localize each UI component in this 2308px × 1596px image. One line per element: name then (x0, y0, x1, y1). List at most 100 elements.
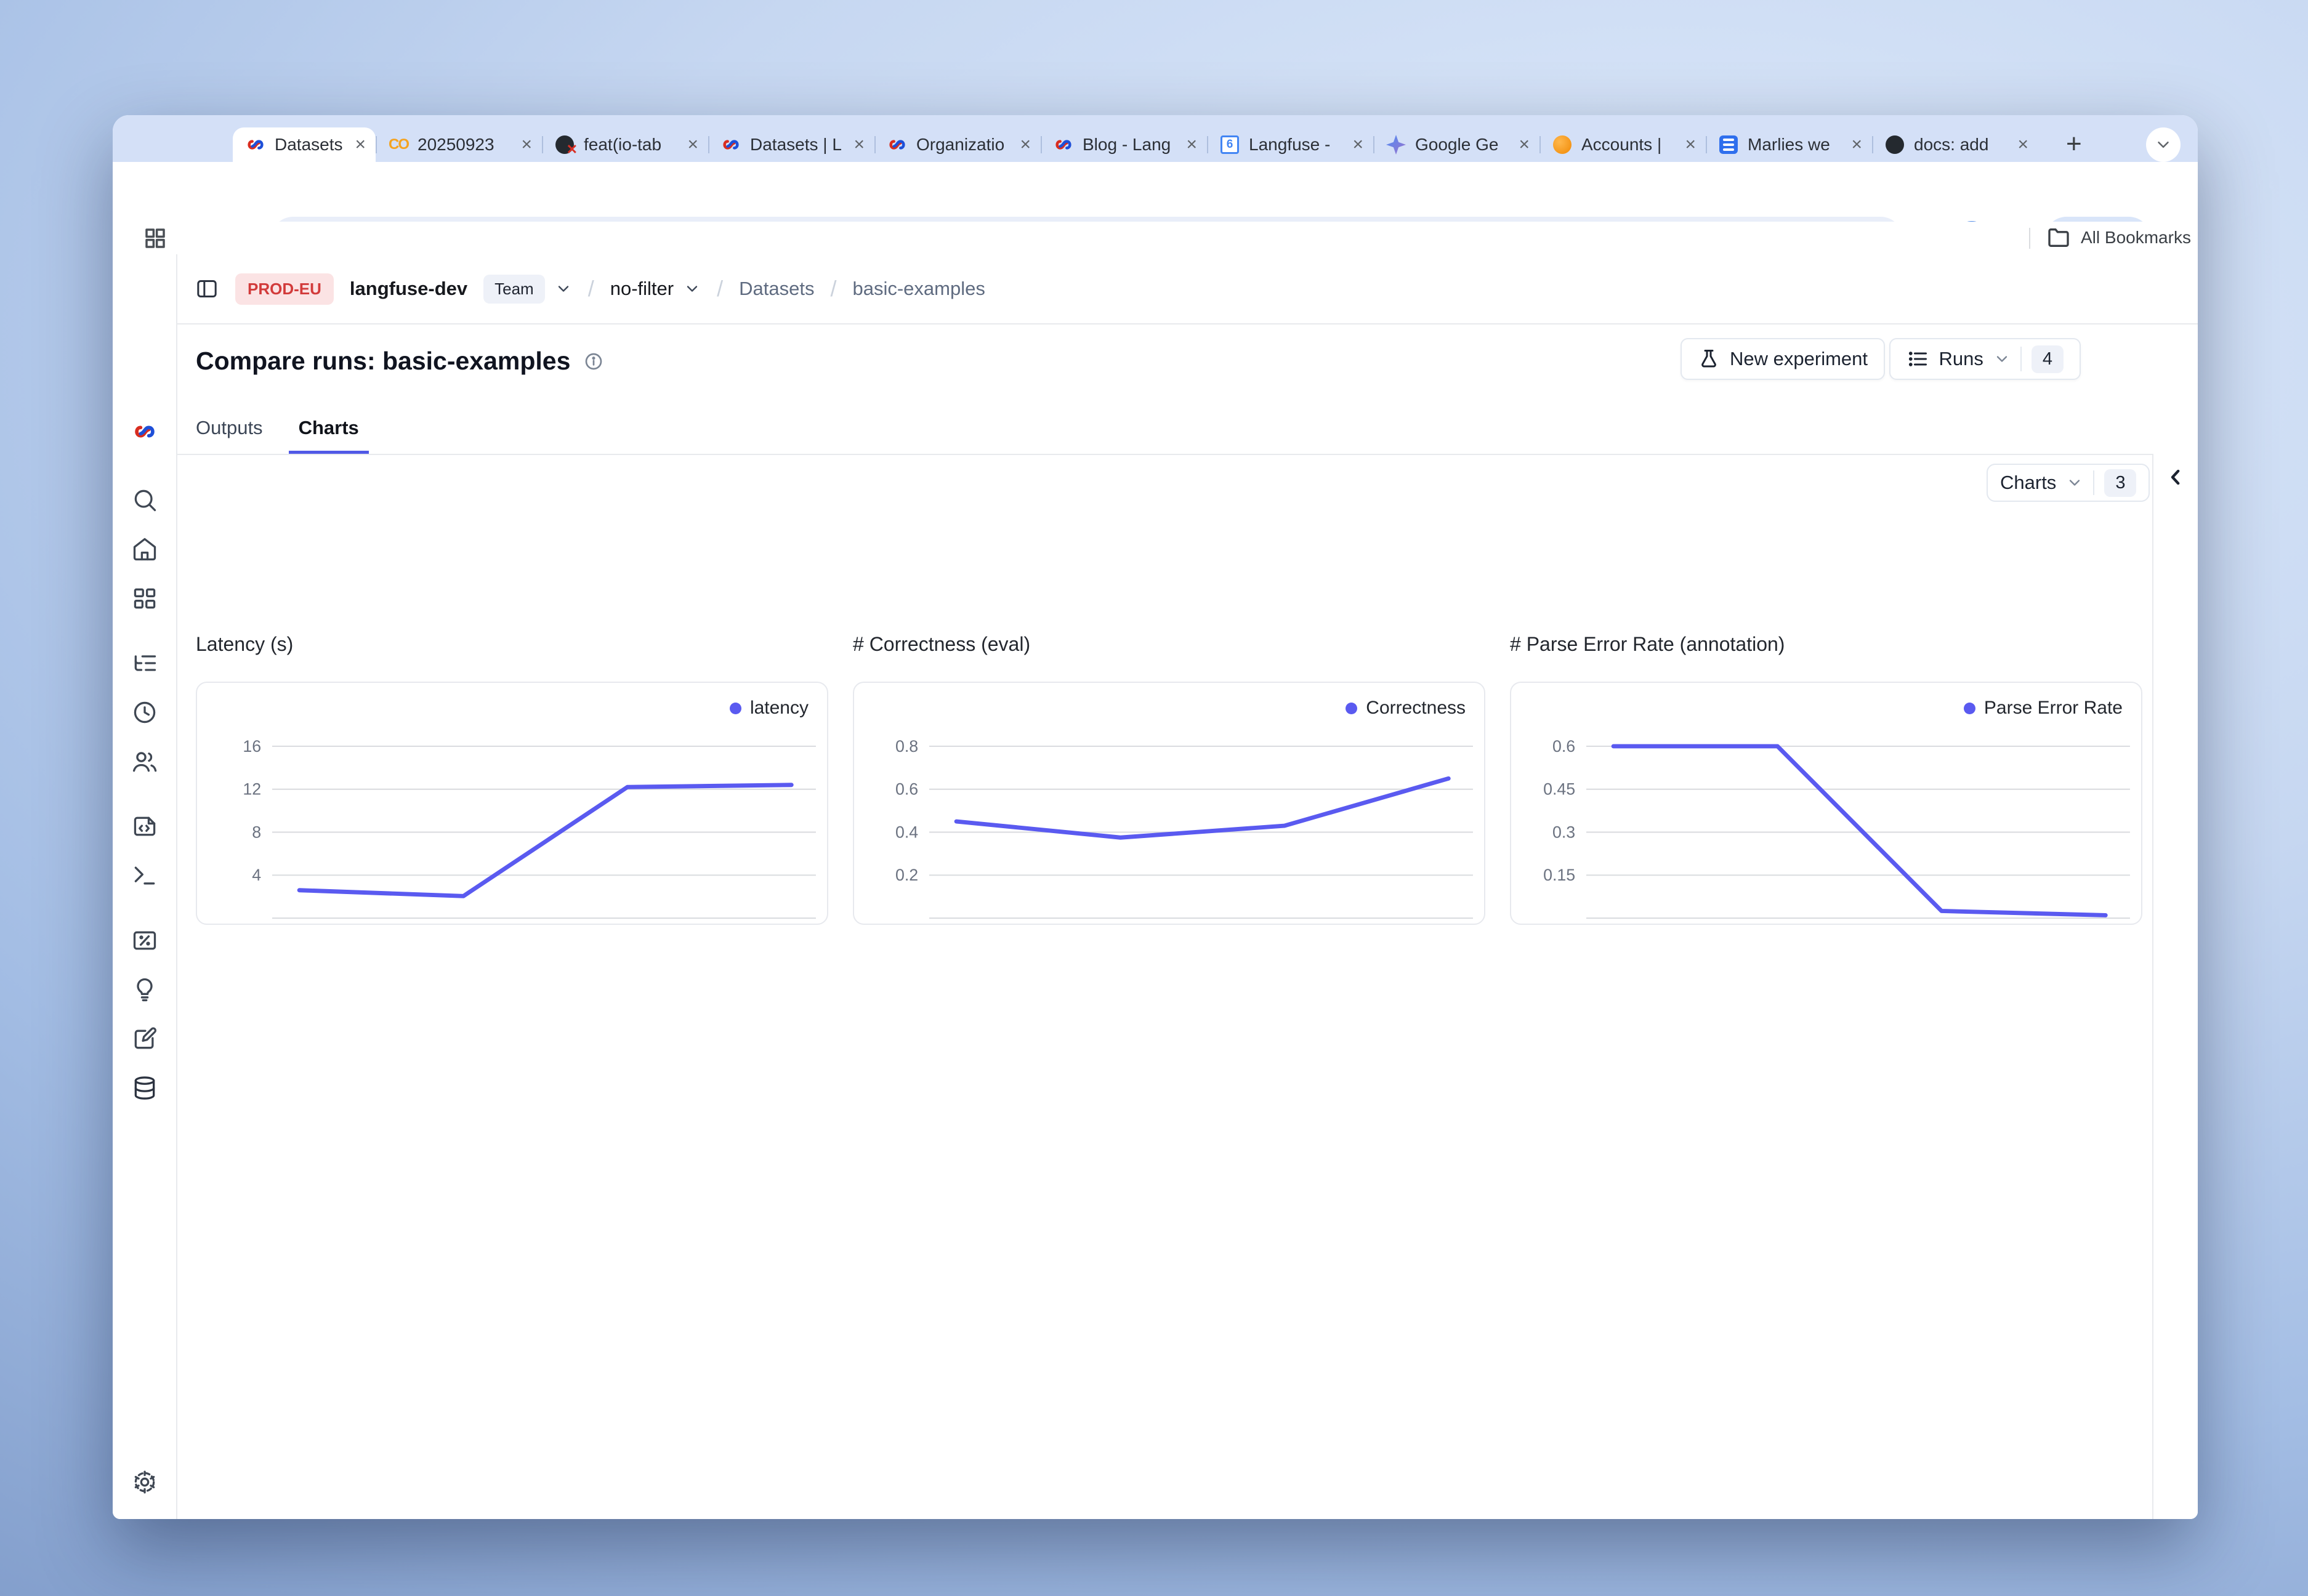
evaluation-percent-icon[interactable] (131, 927, 158, 954)
correctness-chart-card: 0.80.60.40.2 Correctness (853, 682, 1485, 925)
playground-terminal-icon[interactable] (131, 862, 158, 889)
svg-text:0.3: 0.3 (1552, 823, 1575, 841)
latency-chart-card: 161284 latency (196, 682, 828, 925)
all-bookmarks-button[interactable]: All Bookmarks (2046, 225, 2191, 250)
apps-grid-icon[interactable] (142, 225, 168, 251)
tab-label: Marlies we (1748, 135, 1842, 155)
svg-text:8: 8 (252, 823, 261, 841)
settings-gear-icon[interactable] (131, 1469, 158, 1496)
tab-outputs[interactable]: Outputs (196, 417, 263, 455)
llm-judge-lightbulb-icon[interactable] (131, 976, 158, 1003)
browser-tab-organization[interactable]: Organizatio × (874, 127, 1041, 162)
breadcrumb-datasets-link[interactable]: Datasets (739, 278, 814, 300)
list-icon (1907, 348, 1929, 370)
close-tab-icon[interactable]: × (1020, 135, 1031, 154)
prompts-file-code-icon[interactable] (131, 813, 158, 840)
button-divider (2020, 347, 2022, 371)
runs-dropdown-button[interactable]: Runs 4 (1889, 338, 2081, 380)
close-tab-icon[interactable]: × (2017, 135, 2028, 154)
home-icon[interactable] (131, 536, 158, 563)
users-icon[interactable] (131, 748, 158, 775)
gemini-favicon (1386, 134, 1406, 155)
google-calendar-favicon: 6 (1219, 134, 1240, 155)
search-icon[interactable] (131, 486, 158, 514)
org-type-chip: Team (483, 275, 545, 304)
legend-label: Parse Error Rate (1984, 698, 2123, 719)
sessions-clock-icon[interactable] (131, 699, 158, 726)
browser-tab-blog[interactable]: Blog - Lang × (1041, 127, 1207, 162)
close-tab-icon[interactable]: × (1519, 135, 1530, 154)
legend-dot (730, 703, 741, 714)
tab-list: Datasets | L × CO 20250923 × ✕ feat(io-t… (233, 127, 2038, 162)
chart-legend: latency (730, 698, 809, 719)
browser-tab-colab[interactable]: CO 20250923 × (376, 127, 542, 162)
browser-tab-github-docs[interactable]: docs: add × (1872, 127, 2038, 162)
close-tab-icon[interactable]: × (687, 135, 698, 154)
button-divider (2093, 470, 2094, 495)
svg-text:16: 16 (243, 737, 261, 756)
chevron-down-icon[interactable] (684, 280, 701, 297)
svg-text:0.6: 0.6 (895, 780, 918, 799)
tab-label: Blog - Lang (1083, 135, 1177, 155)
info-icon[interactable] (584, 352, 603, 371)
chevron-down-icon[interactable] (555, 280, 572, 297)
close-tab-icon[interactable]: × (853, 135, 865, 154)
browser-tab-calendar[interactable]: 6 Langfuse - × (1207, 127, 1373, 162)
breadcrumb-org[interactable]: langfuse-dev (350, 278, 467, 300)
parse-error-chart-card: 0.6 0.45 0.3 0.15 Parse Error Rate (1510, 682, 2142, 925)
charts-count-badge: 3 (2104, 469, 2136, 497)
colab-favicon: CO (388, 134, 409, 155)
svg-text:0.4: 0.4 (895, 823, 918, 841)
dashboard-icon[interactable] (131, 585, 158, 612)
browser-tab-gemini[interactable]: Google Ge × (1373, 127, 1539, 162)
new-tab-button[interactable]: + (2066, 129, 2082, 159)
close-tab-icon[interactable]: × (355, 135, 366, 154)
breadcrumb-project[interactable]: no-filter (610, 278, 674, 300)
tab-charts[interactable]: Charts (289, 417, 369, 455)
tab-search-button[interactable] (2146, 127, 2181, 162)
annotation-pen-icon[interactable] (131, 1025, 158, 1052)
close-tab-icon[interactable]: × (1851, 135, 1862, 154)
collapse-panel-icon[interactable] (2163, 465, 2188, 490)
bookmarks-bar: All Bookmarks (113, 222, 2198, 254)
tab-label: feat(io-tab (584, 135, 679, 155)
browser-window: Datasets | L × CO 20250923 × ✕ feat(io-t… (113, 115, 2198, 1519)
tab-label: Datasets | L (750, 135, 845, 155)
browser-tab-marlies[interactable]: Marlies we × (1706, 127, 1872, 162)
tracing-icon[interactable] (131, 650, 158, 677)
svg-text:0.8: 0.8 (895, 737, 918, 756)
tab-label: 20250923 (418, 135, 512, 155)
svg-text:0.45: 0.45 (1543, 780, 1575, 799)
langfuse-logo (132, 419, 157, 444)
langfuse-favicon (1053, 134, 1074, 155)
parse-error-chart-canvas: 0.6 0.45 0.3 0.15 (1511, 683, 2141, 924)
tab-label: Langfuse - (1249, 135, 1344, 155)
legend-dot (1346, 703, 1357, 714)
sidebar-toggle-icon[interactable] (195, 276, 219, 301)
browser-tab-datasets-2[interactable]: Datasets | L × (708, 127, 874, 162)
breadcrumb-dataset-name[interactable]: basic-examples (852, 278, 985, 300)
langfuse-favicon (245, 134, 266, 155)
chart-title-latency: Latency (s) (196, 633, 293, 656)
browser-tab-github-pr[interactable]: ✕ feat(io-tab × (542, 127, 708, 162)
chevron-down-icon (1993, 350, 2011, 368)
svg-text:0.15: 0.15 (1543, 866, 1575, 884)
new-experiment-button[interactable]: New experiment (1681, 338, 1885, 380)
close-tab-icon[interactable]: × (521, 135, 532, 154)
svg-text:0.6: 0.6 (1552, 737, 1575, 756)
sidebar (113, 254, 177, 1519)
browser-tab-accounts[interactable]: Accounts | × (1539, 127, 1706, 162)
browser-tab-datasets-active[interactable]: Datasets | L × (233, 127, 376, 162)
close-tab-icon[interactable]: × (1186, 135, 1197, 154)
breadcrumb-separator: / (588, 276, 594, 302)
close-tab-icon[interactable]: × (1352, 135, 1363, 154)
datasets-database-icon[interactable] (131, 1074, 158, 1102)
title-row: Compare runs: basic-examples New experim… (177, 324, 2198, 417)
tab-label: docs: add (1914, 135, 2009, 155)
langfuse-app: PROD-EU langfuse-dev Team / no-filter / … (113, 254, 2198, 1519)
support-lifebuoy-icon[interactable] (131, 1518, 158, 1519)
charts-filter-button[interactable]: Charts 3 (1987, 464, 2150, 502)
github-favicon (1884, 134, 1905, 155)
close-tab-icon[interactable]: × (1685, 135, 1696, 154)
langfuse-favicon (720, 134, 741, 155)
